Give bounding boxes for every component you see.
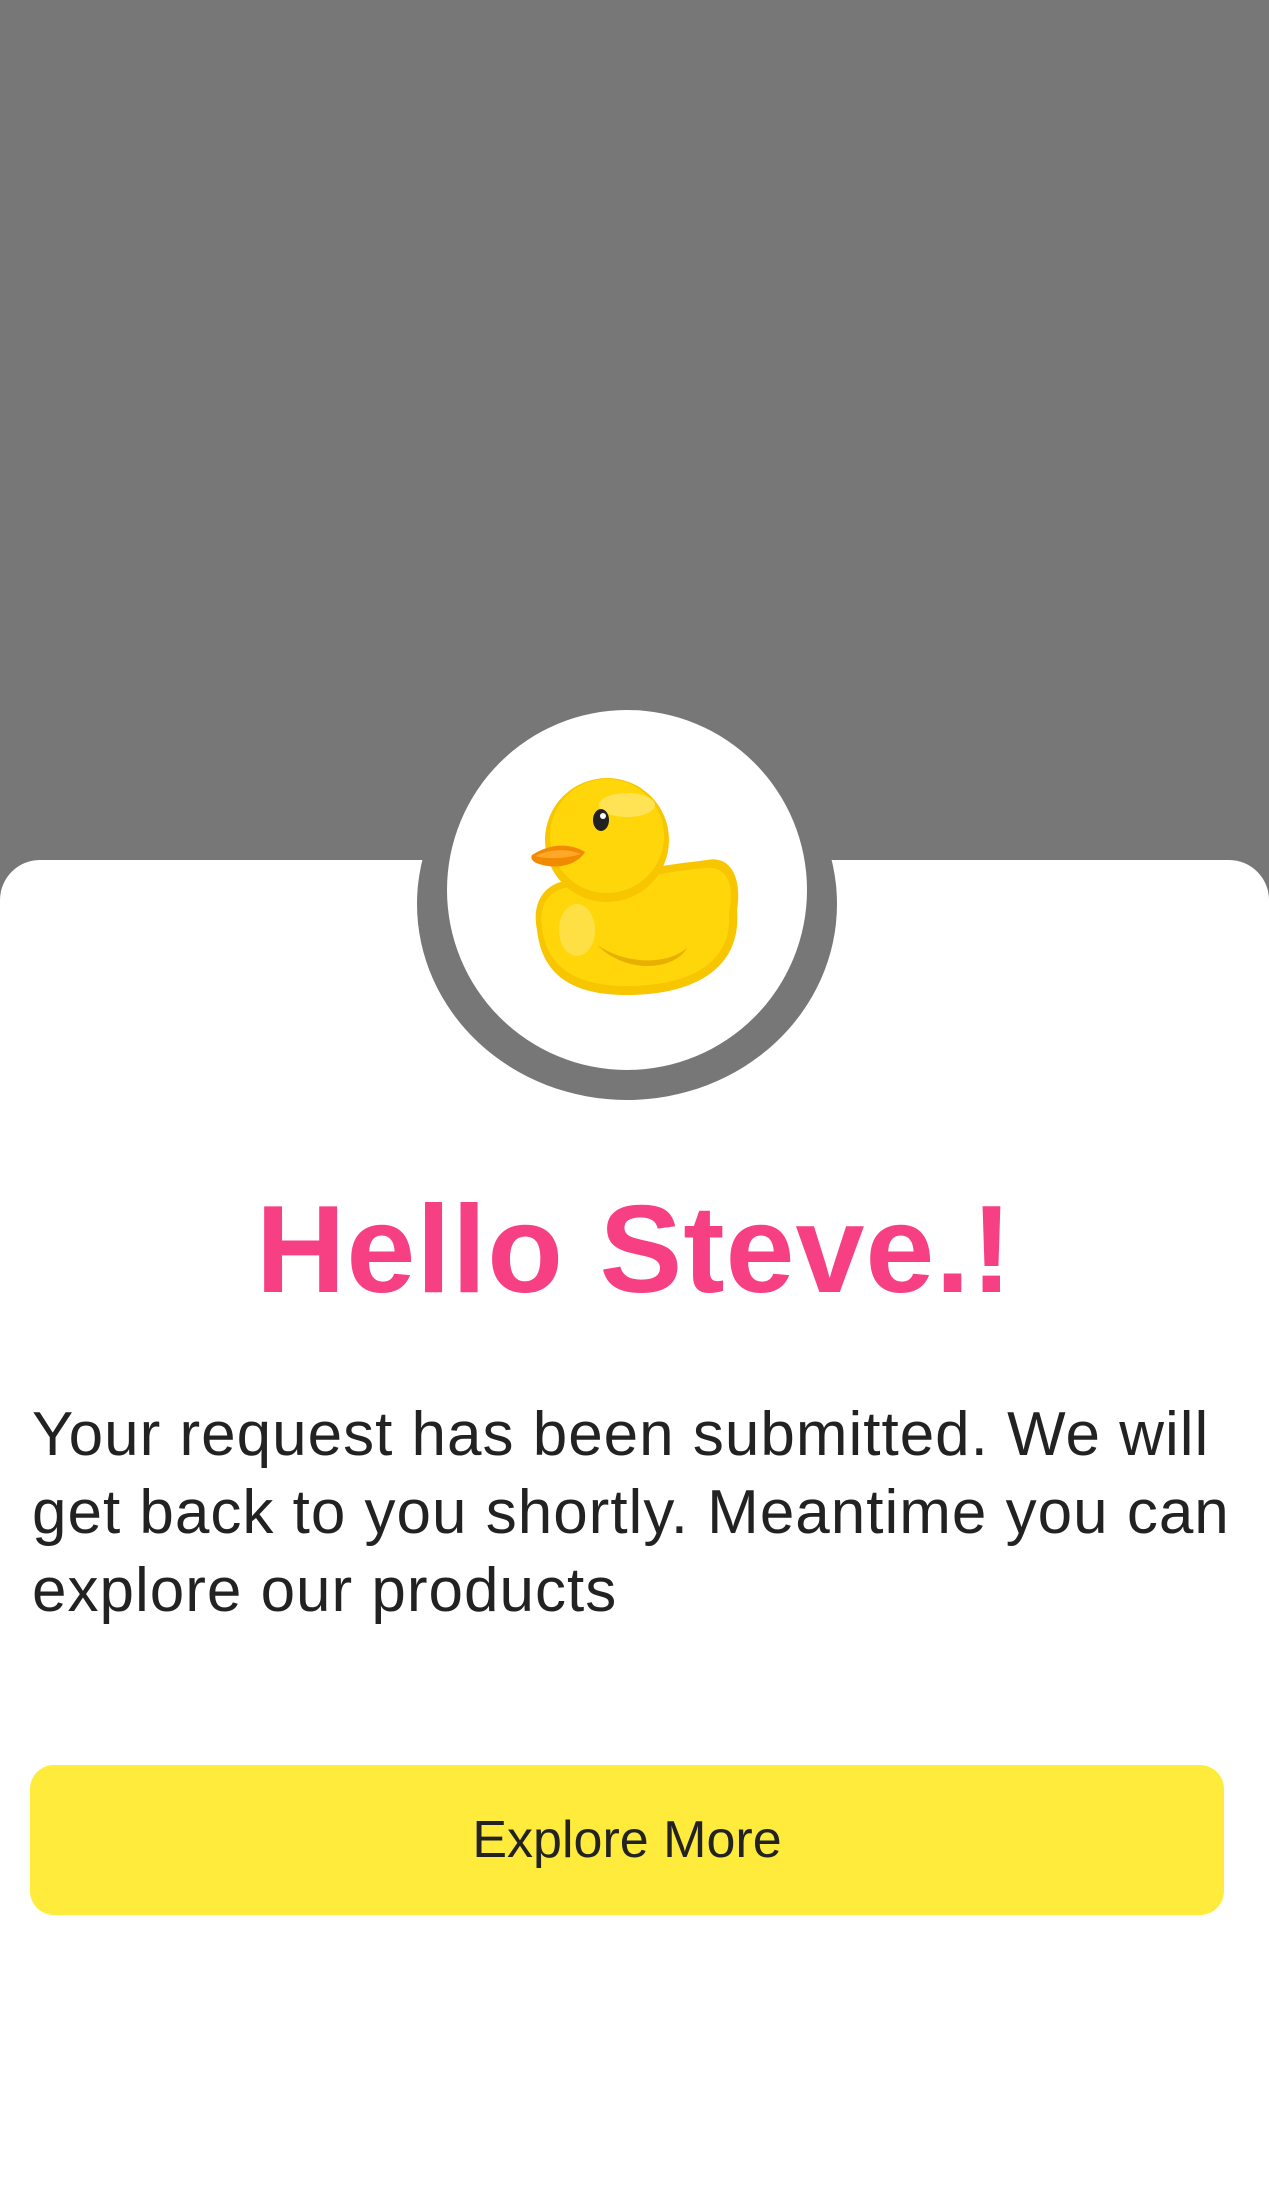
rubber-duck-icon xyxy=(531,778,739,995)
avatar xyxy=(447,710,807,1070)
confirmation-message: Your request has been submitted. We will… xyxy=(32,1400,1230,1625)
explore-more-button[interactable]: Explore More xyxy=(30,1765,1224,1915)
greeting-title: Hello Steve.! xyxy=(255,1181,1014,1319)
